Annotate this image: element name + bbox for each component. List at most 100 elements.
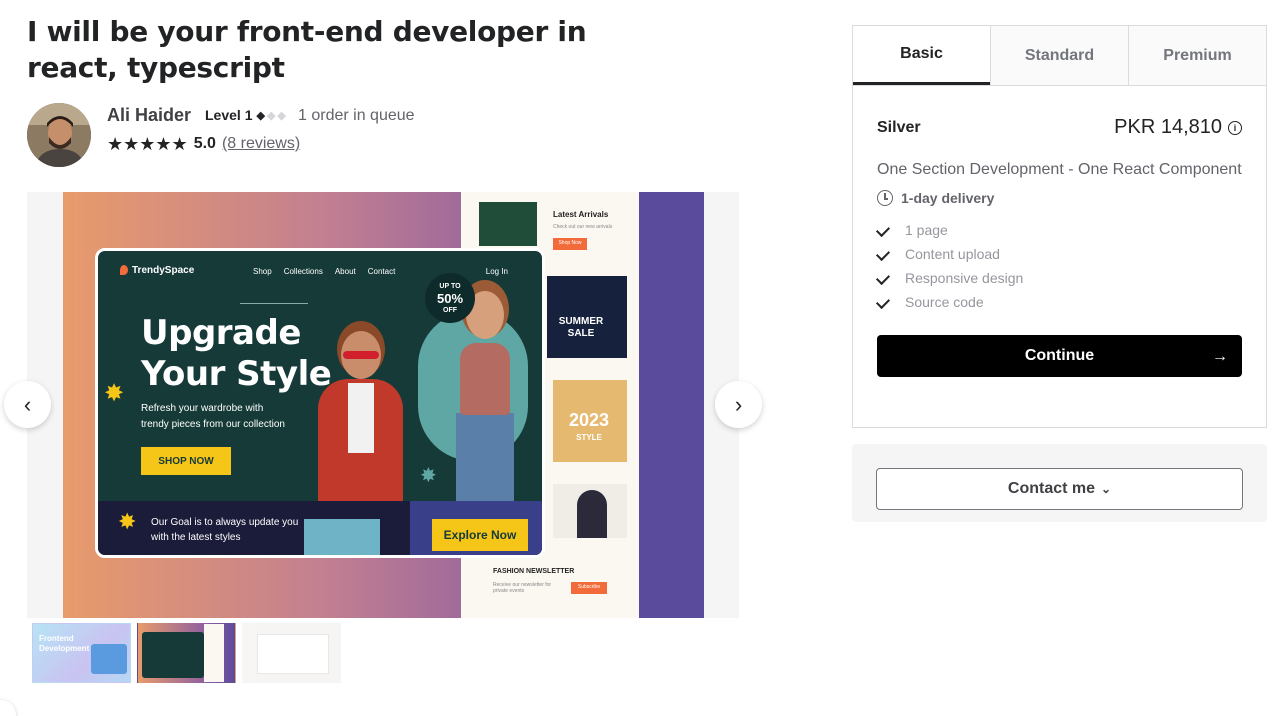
tab-standard[interactable]: Standard [990, 26, 1128, 85]
gig-gallery: Latest Arrivals Check out our new arriva… [27, 192, 739, 618]
chevron-left-icon: ‹ [23, 391, 32, 417]
seller-rating: ★★★★★ 5.0 (8 reviews) [107, 135, 300, 153]
latest-arrivals-subtitle: Check out our new arrivals [553, 224, 613, 230]
level-diamonds-icon: ◆ ◆ ◆ [256, 109, 286, 122]
mockup-divider [240, 303, 308, 304]
delivery-time-label: 1-day delivery [901, 190, 995, 206]
corner-widget[interactable] [0, 700, 16, 716]
badge-bottom: OFF [443, 307, 457, 314]
contact-section: Contact me ⌄ [852, 444, 1267, 522]
contact-me-label: Contact me [1007, 480, 1096, 497]
thumbnail-2[interactable] [137, 623, 236, 683]
check-icon [877, 294, 893, 310]
style-label-text: STYLE [576, 433, 602, 442]
model-red-jacket-illustration [313, 331, 408, 501]
package-price-value: PKR 14,810 [1114, 116, 1222, 138]
portrait-card [553, 484, 627, 538]
continue-label: Continue [1024, 347, 1095, 364]
gallery-main-image[interactable]: Latest Arrivals Check out our new arriva… [63, 192, 704, 618]
check-icon [877, 246, 893, 262]
teal-sparkle-icon: ✸ [420, 465, 437, 487]
mockup-nav-collections: Collections [283, 267, 323, 276]
package-name: Silver [877, 118, 921, 136]
package-features: 1 page Content upload Responsive design … [877, 218, 1242, 314]
thumbnail-3[interactable] [242, 623, 341, 683]
contact-me-button[interactable]: Contact me ⌄ [876, 468, 1243, 510]
check-icon [877, 222, 893, 238]
package-content: Silver PKR 14,810 i One Section Developm… [853, 116, 1266, 377]
mockup-shop-now: SHOP NOW [141, 447, 231, 475]
feature-label: 1 page [905, 222, 948, 238]
gallery-thumbnails: Frontend Development [32, 623, 341, 683]
thumbnail-1-text: Frontend Development [39, 634, 90, 653]
reviews-link[interactable]: (8 reviews) [222, 135, 300, 153]
seller-overview: Ali Haider Level 1 ◆ ◆ ◆ 1 order in queue … [27, 103, 527, 167]
seller-avatar[interactable] [27, 103, 91, 167]
badge-value: 50% [436, 291, 464, 306]
tab-basic[interactable]: Basic [853, 26, 990, 85]
latest-shop-now: Shop Now [553, 238, 587, 250]
thumbnail-1[interactable]: Frontend Development [32, 623, 131, 683]
mockup-goal-text: Our Goal is to always update you with th… [151, 517, 299, 543]
clock-icon [877, 190, 893, 206]
latest-arrivals-photo [479, 202, 537, 246]
mockup-subtext: Refresh your wardrobe with trendy pieces… [141, 403, 285, 430]
mockup-navbar: TrendySpace Shop Collections About Conta… [98, 251, 542, 291]
feature-item: Responsive design [877, 266, 1242, 290]
package-price: PKR 14,810 i [1114, 116, 1242, 139]
website-mockup: TrendySpace Shop Collections About Conta… [95, 248, 545, 558]
chevron-right-icon: › [734, 391, 743, 417]
sparkle-icon: ✸ [104, 380, 125, 407]
star-rating-icon: ★★★★★ [107, 134, 188, 154]
feature-label: Content upload [905, 246, 1000, 262]
package-card: Basic Standard Premium Silver PKR 14,810… [852, 25, 1267, 428]
tab-premium[interactable]: Premium [1128, 26, 1266, 85]
newsletter-title: FASHION NEWSLETTER [493, 568, 575, 575]
feature-item: Source code [877, 290, 1242, 314]
mockup-bottom-photo [304, 519, 380, 555]
mockup-headline-line2: Your Style [141, 354, 332, 394]
feature-label: Source code [905, 294, 984, 310]
mockup-headline-line1: Upgrade [141, 313, 301, 353]
mockup-brand: TrendySpace [119, 265, 195, 276]
summer-sale-card: SUMMER SALE [547, 276, 627, 358]
package-description: One Section Development - One React Comp… [877, 161, 1242, 178]
continue-button[interactable]: Continue → [877, 335, 1242, 377]
gallery-purple-band [639, 192, 704, 618]
delivery-time: 1-day delivery [877, 190, 1242, 206]
package-tabs: Basic Standard Premium [853, 26, 1266, 86]
feature-item: 1 page [877, 218, 1242, 242]
mockup-nav-contact: Contact [367, 267, 396, 276]
seller-name-link[interactable]: Ali Haider [107, 105, 191, 126]
info-icon[interactable]: i [1228, 120, 1242, 135]
gallery-next-button[interactable]: › [715, 381, 762, 428]
mockup-nav-shop: Shop [253, 267, 272, 276]
bottom-sparkle-icon: ✸ [118, 509, 137, 534]
badge-top: UP TO [439, 283, 461, 290]
seller-level-label: Level 1 [205, 107, 253, 123]
arrow-right-icon: → [1212, 348, 1228, 365]
orders-in-queue: 1 order in queue [298, 107, 415, 124]
chevron-down-icon: ⌄ [1101, 482, 1112, 496]
summer-sale-text: SUMMER SALE [558, 316, 604, 339]
check-icon [877, 270, 893, 286]
mockup-login: Log In [485, 267, 508, 276]
gig-title: I will be your front-end developer in re… [27, 15, 587, 84]
style-year-text: 2023 [568, 410, 610, 430]
mockup-explore-now: Explore Now [432, 519, 528, 551]
gallery-prev-button[interactable]: ‹ [4, 381, 51, 428]
feature-item: Content upload [877, 242, 1242, 266]
rating-value: 5.0 [193, 135, 216, 152]
mockup-nav-about: About [334, 267, 356, 276]
mockup-headline: Upgrade Your Style [141, 313, 332, 395]
package-header: Silver PKR 14,810 i [877, 116, 1242, 139]
avatar-photo-icon [27, 103, 91, 167]
style-2023-card: 2023 STYLE [553, 380, 627, 462]
discount-badge: UP TO 50% OFF [425, 273, 475, 323]
newsletter-subscribe: Subscribe [571, 582, 607, 594]
seller-level-badge: Level 1 ◆ ◆ ◆ [205, 107, 286, 123]
feature-label: Responsive design [905, 270, 1024, 286]
latest-arrivals-title: Latest Arrivals [553, 210, 609, 219]
mockup-nav-links: Shop Collections About Contact [253, 267, 395, 276]
newsletter-subtitle: Receive our newsletter for private event… [493, 582, 552, 594]
